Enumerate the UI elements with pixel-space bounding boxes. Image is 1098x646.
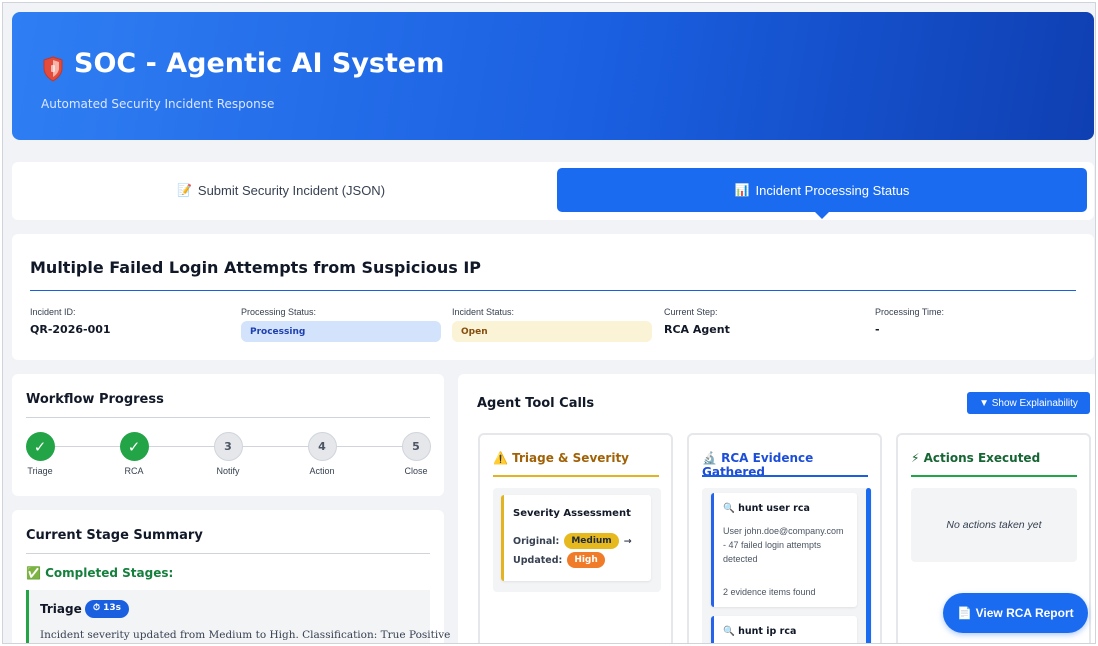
shield-icon xyxy=(43,56,63,82)
incident-status-badge: Open xyxy=(452,321,652,342)
summary-divider xyxy=(26,553,430,554)
rca-column: 🔬 RCA Evidence Gathered 🔍 hunt user rca … xyxy=(687,433,882,643)
rca-underline xyxy=(702,475,868,477)
original-label: Original: xyxy=(513,535,560,547)
workflow-step-triage: ✓ Triage xyxy=(15,432,65,476)
incident-id-field: Incident ID: QR-2026-001 xyxy=(30,307,230,336)
check-icon: ✓ xyxy=(25,432,55,461)
evidence-scrollbar[interactable] xyxy=(866,488,871,643)
workflow-title: Workflow Progress xyxy=(26,392,164,407)
incident-status-label: Incident Status: xyxy=(452,307,515,317)
evidence-item: 🔍 hunt user rca User john.doe@company.co… xyxy=(711,493,857,607)
incident-id-value: QR-2026-001 xyxy=(30,323,111,336)
app-frame: SOC - Agentic AI System Automated Securi… xyxy=(2,2,1096,644)
actions-heading: ⚡ Actions Executed xyxy=(911,451,1041,465)
workflow-step-close: 5 Close xyxy=(391,432,441,476)
step-number: 5 xyxy=(401,432,431,461)
chart-icon: 📊 xyxy=(734,183,750,197)
step-number: 4 xyxy=(307,432,337,461)
summary-title: Current Stage Summary xyxy=(26,528,203,543)
completed-stages-heading: ✅ Completed Stages: xyxy=(26,566,174,580)
tab-submit-incident[interactable]: 📝 Submit Security Incident (JSON) xyxy=(16,168,546,212)
processing-status-field: Processing Status: Processing xyxy=(241,307,441,342)
severity-container: Severity Assessment Original: Medium → U… xyxy=(493,488,661,592)
processing-status-badge: Processing xyxy=(241,321,441,342)
check-icon: ✓ xyxy=(119,432,149,461)
evidence-title: 🔍 hunt user rca xyxy=(723,503,810,514)
workflow-step-label: Notify xyxy=(216,466,240,476)
workflow-step-label: Triage xyxy=(27,466,53,476)
stage-summary-card: Current Stage Summary ✅ Completed Stages… xyxy=(12,510,450,643)
incident-title: Multiple Failed Login Attempts from Susp… xyxy=(30,258,481,277)
no-actions-message: No actions taken yet xyxy=(911,488,1077,562)
show-explainability-button[interactable]: ▼ Show Explainability xyxy=(967,392,1090,414)
app-header: SOC - Agentic AI System Automated Securi… xyxy=(12,12,1094,140)
tab-processing-status[interactable]: 📊 Incident Processing Status xyxy=(557,168,1087,219)
updated-label: Updated: xyxy=(513,554,563,566)
tab-submit-label: Submit Security Incident (JSON) xyxy=(197,182,386,198)
stage-description: Incident severity updated from Medium to… xyxy=(40,629,451,641)
app-title: SOC - Agentic AI System xyxy=(74,48,445,79)
severity-updated-row: Updated: High xyxy=(513,552,605,568)
evidence-count: 2 evidence items found xyxy=(723,587,816,597)
triage-underline xyxy=(493,475,659,477)
workflow-step-notify: 3 Notify xyxy=(203,432,253,476)
incident-id-label: Incident ID: xyxy=(30,307,76,317)
current-step-label: Current Step: xyxy=(664,307,718,317)
evidence-body: User john.doe@company.com - 47 failed lo… xyxy=(723,526,844,564)
workflow-step-action: 4 Action xyxy=(297,432,347,476)
severity-title: Severity Assessment xyxy=(513,508,631,519)
stage-name: Triage xyxy=(40,602,82,616)
incident-status-field: Incident Status: Open xyxy=(452,307,652,342)
severity-high-badge: High xyxy=(567,552,605,568)
tab-status-label: Incident Processing Status xyxy=(755,182,910,198)
severity-medium-badge: Medium xyxy=(564,533,619,549)
incident-card: Multiple Failed Login Attempts from Susp… xyxy=(12,234,1094,360)
severity-assessment-card: Severity Assessment Original: Medium → U… xyxy=(501,495,651,581)
incident-divider xyxy=(30,290,1076,291)
workflow-step-rca: ✓ RCA xyxy=(109,432,159,476)
current-step-value: RCA Agent xyxy=(664,323,730,336)
memo-icon: 📝 xyxy=(176,183,192,197)
current-step-field: Current Step: RCA Agent xyxy=(664,307,864,336)
stage-item-triage: Triage ⏱ 13s Incident severity updated f… xyxy=(26,590,450,643)
view-rca-report-button[interactable]: 📄 View RCA Report xyxy=(943,593,1088,633)
evidence-title: 🔍 hunt ip rca xyxy=(723,626,797,637)
workflow-step-label: Close xyxy=(404,466,428,476)
app-subtitle: Automated Security Incident Response xyxy=(41,97,275,111)
arrow-right-icon: → xyxy=(623,535,632,547)
tool-calls-title: Agent Tool Calls xyxy=(477,396,595,411)
processing-time-label: Processing Time: xyxy=(875,307,945,317)
processing-status-label: Processing Status: xyxy=(241,307,317,317)
workflow-step-label: Action xyxy=(309,466,335,476)
stage-time-badge: ⏱ 13s xyxy=(85,600,130,618)
workflow-step-label: RCA xyxy=(124,466,144,476)
workflow-divider xyxy=(26,417,430,418)
severity-original-row: Original: Medium → xyxy=(513,533,632,549)
processing-time-field: Processing Time: - xyxy=(875,307,1075,336)
step-number: 3 xyxy=(213,432,243,461)
triage-heading: ⚠️ Triage & Severity xyxy=(493,451,629,465)
tab-bar: 📝 Submit Security Incident (JSON) 📊 Inci… xyxy=(12,162,1094,220)
actions-underline xyxy=(911,475,1077,477)
evidence-item: 🔍 hunt ip rca xyxy=(711,616,857,643)
workflow-progress-card: Workflow Progress ✓ Triage ✓ RCA 3 Notif… xyxy=(12,374,444,496)
triage-column: ⚠️ Triage & Severity Severity Assessment… xyxy=(478,433,673,643)
evidence-container: 🔍 hunt user rca User john.doe@company.co… xyxy=(702,488,872,643)
processing-time-value: - xyxy=(875,323,880,336)
